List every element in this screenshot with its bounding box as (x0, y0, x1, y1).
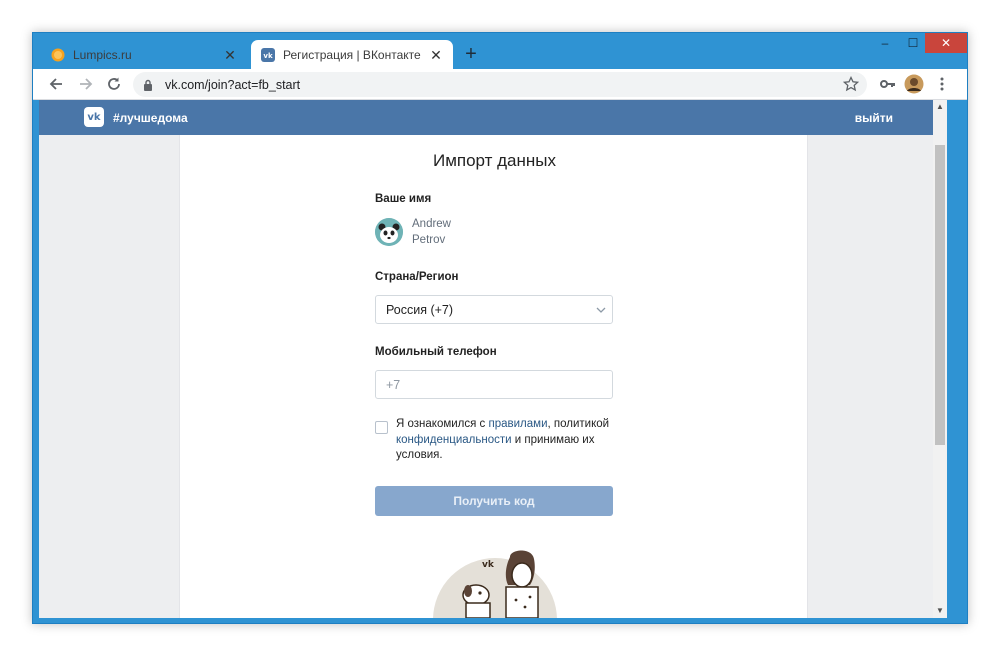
vk-logo[interactable]: vk (84, 107, 104, 127)
last-name: Petrov (412, 234, 446, 246)
lock-icon[interactable] (141, 78, 155, 92)
phone-label: Мобильный телефон (375, 346, 497, 358)
first-name: Andrew (412, 218, 451, 230)
country-select-value: Россия (+7) (386, 302, 454, 317)
title-bar: Lumpics.ru ✕ vk Регистрация | ВКонтакте … (33, 33, 967, 69)
page-viewport: vk #лучшедома выйти Импорт данных Ваше и… (39, 100, 947, 618)
close-window-button[interactable]: ✕ (925, 33, 967, 53)
back-icon[interactable] (45, 73, 67, 95)
lumpics-orange-icon (51, 48, 65, 61)
agree-text-part: , политикой (547, 418, 610, 430)
browser-window: Lumpics.ru ✕ vk Регистрация | ВКонтакте … (32, 32, 968, 624)
chevron-down-icon (596, 307, 606, 313)
user-avatar (375, 218, 403, 246)
forward-icon[interactable] (75, 73, 97, 95)
phone-input[interactable] (375, 370, 613, 399)
country-label: Страна/Регион (375, 271, 459, 283)
address-bar[interactable]: vk.com/join?act=fb_start (133, 72, 867, 97)
url-text: vk.com/join?act=fb_start (165, 77, 301, 92)
maximize-button[interactable]: ☐ (901, 33, 925, 53)
name-label: Ваше имя (375, 193, 432, 205)
registration-panel: Импорт данных Ваше имя Andrew Petrov Стр… (179, 135, 808, 618)
vk-mascot-illustration: vk (433, 550, 557, 618)
svg-text:vk: vk (263, 52, 273, 60)
scrollbar-thumb[interactable] (935, 145, 945, 445)
svg-text:vk: vk (482, 560, 495, 570)
key-icon[interactable] (877, 73, 899, 95)
bookmark-star-icon[interactable] (843, 76, 859, 92)
menu-kebab-icon[interactable] (931, 73, 953, 95)
privacy-link[interactable]: конфиденциальности (396, 434, 512, 446)
page-title: Импорт данных (432, 151, 557, 170)
tab-vk-registration[interactable]: vk Регистрация | ВКонтакте ✕ (251, 40, 453, 69)
rules-link[interactable]: правилами (489, 418, 548, 430)
new-tab-button[interactable]: + (461, 44, 481, 64)
agree-checkbox[interactable] (375, 421, 388, 434)
vertical-scrollbar[interactable]: ▲ ▼ (933, 100, 947, 618)
country-select[interactable]: Россия (+7) (375, 295, 613, 324)
reload-icon[interactable] (103, 73, 125, 95)
agree-text-part: Я ознакомился с (396, 418, 489, 430)
logout-link[interactable]: выйти (855, 111, 893, 125)
scroll-down-arrow-icon[interactable]: ▼ (933, 604, 947, 618)
tab-lumpics[interactable]: Lumpics.ru ✕ (41, 40, 247, 69)
profile-avatar-icon[interactable] (903, 73, 925, 95)
panda-avatar-icon (375, 218, 403, 246)
tab-title: Регистрация | ВКонтакте (283, 47, 421, 62)
get-code-button[interactable]: Получить код (375, 486, 613, 516)
scroll-up-arrow-icon[interactable]: ▲ (933, 100, 947, 114)
vk-header: vk #лучшедома выйти (39, 100, 947, 135)
header-hashtag[interactable]: #лучшедома (113, 111, 188, 125)
agree-text: Я ознакомился с правилами, политикой кон… (396, 417, 616, 464)
minimize-button[interactable]: – (873, 33, 897, 53)
browser-toolbar: vk.com/join?act=fb_start (33, 69, 967, 100)
close-icon[interactable]: ✕ (429, 48, 443, 62)
tab-title: Lumpics.ru (73, 47, 132, 62)
close-icon[interactable]: ✕ (223, 48, 237, 62)
vk-icon: vk (261, 47, 275, 62)
